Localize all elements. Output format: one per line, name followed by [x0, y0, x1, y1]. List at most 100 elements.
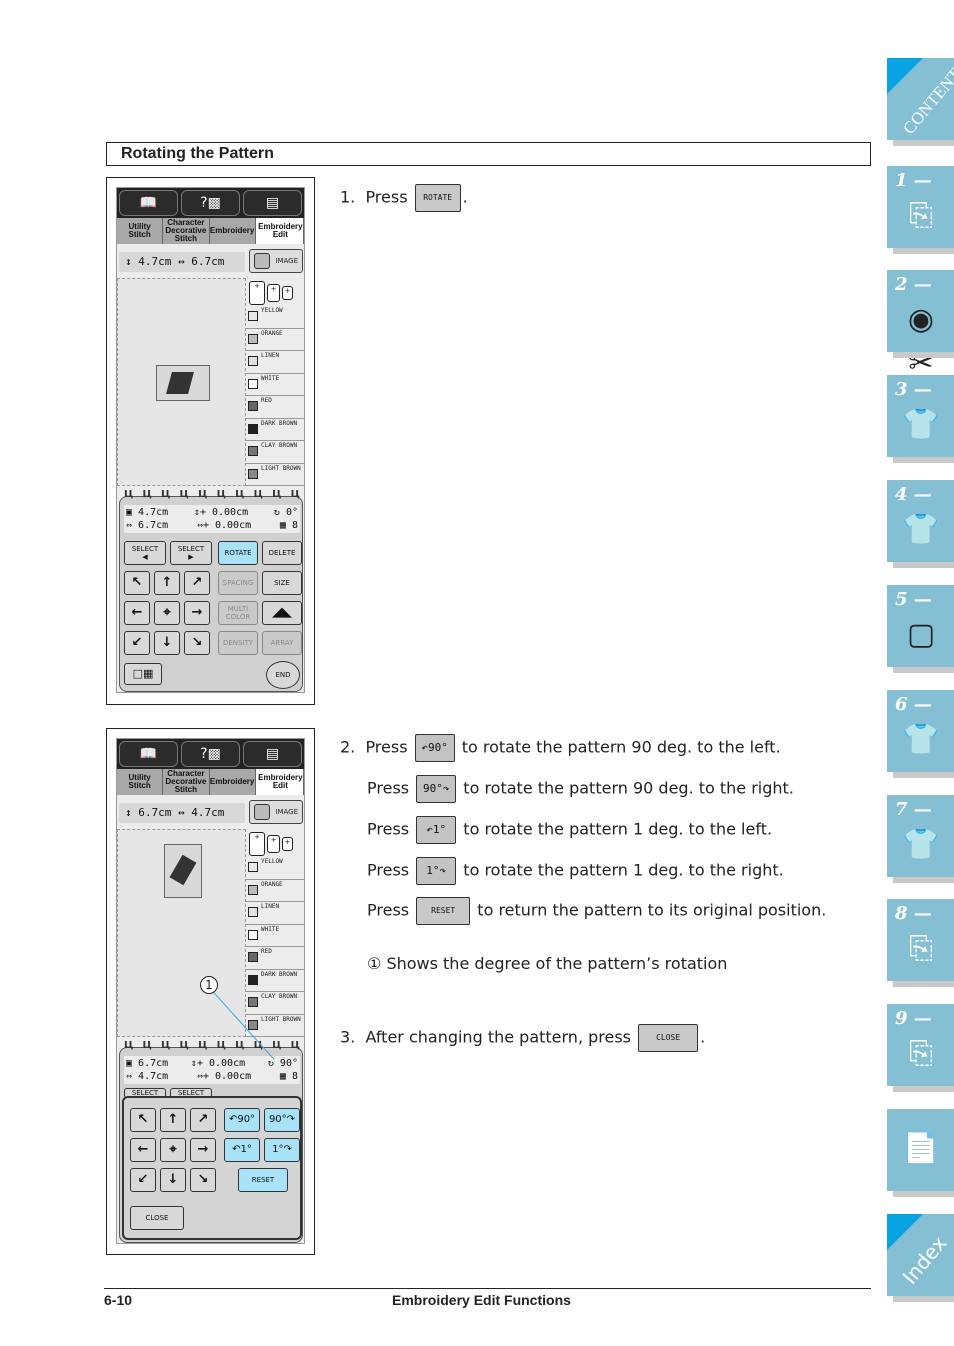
move-right-button[interactable]: → [184, 601, 210, 625]
reset-button[interactable]: RESET [238, 1168, 288, 1192]
nav-tab-chapter-4[interactable]: 4 — 👕 [887, 480, 954, 568]
settings-sheet-icon[interactable]: ▤ [243, 741, 302, 767]
needle-icons: ЦЦЦЦЦЦЦЦЦЦ [124, 489, 300, 500]
settings-sheet-icon[interactable]: ▤ [243, 190, 302, 216]
image-button[interactable]: IMAGE [249, 249, 303, 273]
thread-item: LIGHT BROWN [246, 464, 304, 486]
step-2-line-2: Press 90°↷ to rotate the pattern 90 deg.… [367, 775, 794, 803]
thread-item: ORANGE [246, 880, 304, 902]
rotate-button[interactable]: ROTATE [218, 541, 258, 565]
nav-tab-chapter-2[interactable]: 2 — ◉✂ [887, 270, 954, 381]
move-up-button[interactable]: ↑ [160, 1108, 186, 1132]
manual-book-icon[interactable]: 📖 [119, 741, 178, 767]
thread-table-button[interactable]: □▦ [124, 663, 162, 685]
thread-item: WHITE [246, 925, 304, 947]
machine-help-icon[interactable]: ?▩ [181, 741, 240, 767]
top-bar: 📖 ?▩ ▤ [117, 739, 304, 769]
move-down-button[interactable]: ↓ [154, 631, 180, 655]
rotate-right-1-button[interactable]: 1°↷ [264, 1138, 300, 1162]
tab-character-decorative[interactable]: Character Decorative Stitch [163, 769, 210, 795]
move-left-button[interactable]: ← [130, 1138, 156, 1162]
tab-utility-stitch[interactable]: Utility Stitch [117, 218, 164, 244]
tab-embroidery[interactable]: Embroidery [209, 218, 256, 244]
spool-icon [248, 952, 258, 962]
close-button[interactable]: CLOSE [130, 1206, 184, 1230]
move-down-left-button[interactable]: ↙ [124, 631, 150, 655]
nav-tab-chapter-3[interactable]: 3 — 👕 [887, 375, 954, 463]
move-down-right-button[interactable]: ↘ [190, 1168, 216, 1192]
spacing-button[interactable]: SPACING [218, 571, 258, 595]
rotate-popup: ↖ ↑ ↗ ↶90° 90°↷ ← ⌖ → ↶1° 1°↷ ↙ ↓ ↘ RESE… [122, 1096, 302, 1240]
center-button[interactable]: ⌖ [154, 601, 180, 625]
rotate-left-90-button[interactable]: ↶90° [224, 1108, 260, 1132]
footer-divider [104, 1288, 871, 1289]
move-up-button[interactable]: ↑ [154, 571, 180, 595]
size-button[interactable]: SIZE [262, 571, 302, 595]
embroidery-frame-icon: ▢ [906, 617, 936, 652]
pattern-cake[interactable] [156, 365, 210, 401]
tab-character-decorative[interactable]: Character Decorative Stitch [163, 218, 210, 244]
rotate-right-90-button[interactable]: 90°↷ [264, 1108, 300, 1132]
pattern-canvas[interactable] [117, 278, 246, 486]
step-2-line-4: Press 1°↷ to rotate the pattern 1 deg. t… [367, 857, 784, 885]
rotate-left-90-reference: ↶90° [414, 734, 455, 762]
nav-tab-chapter-6[interactable]: 6 — 👕 [887, 690, 954, 778]
move-up-left-button[interactable]: ↖ [130, 1108, 156, 1132]
mirror-button[interactable]: ◢◣ [262, 601, 302, 625]
nav-tab-contents[interactable]: CONTENTS [887, 58, 954, 146]
top-bar: 📖 ?▩ ▤ [117, 188, 304, 218]
array-button[interactable]: ARRAY [262, 631, 302, 655]
move-down-right-button[interactable]: ↘ [184, 631, 210, 655]
select-prev-button[interactable]: SELECT ◀ [124, 541, 166, 565]
hoop-icons: + + + [249, 831, 305, 857]
nav-tab-chapter-1[interactable]: 1 — ⎘ [887, 166, 954, 254]
nav-tab-chapter-9[interactable]: 9 — ⎘ [887, 1004, 954, 1092]
step-2-line-5: Press RESET to return the pattern to its… [367, 897, 826, 925]
center-button[interactable]: ⌖ [160, 1138, 186, 1162]
density-button[interactable]: DENSITY [218, 631, 258, 655]
nav-tab-index[interactable]: Index [887, 1214, 954, 1302]
mode-tabs: Utility Stitch Character Decorative Stit… [117, 218, 304, 244]
size-readout: ↕ 6.7cm ↔ 4.7cm [119, 803, 245, 823]
multi-color-button[interactable]: MULTI COLOR [218, 601, 258, 625]
nav-tab-chapter-5[interactable]: 5 — ▢ [887, 585, 954, 673]
spool-icon [248, 974, 258, 985]
move-up-left-button[interactable]: ↖ [124, 571, 150, 595]
chapter-title: Embroidery Edit Functions [392, 1292, 571, 1308]
thread-item: LINEN [246, 351, 304, 374]
move-up-right-button[interactable]: ↗ [184, 571, 210, 595]
tab-embroidery-edit[interactable]: Embroidery Edit [255, 218, 304, 244]
documents-icon: 📄 [902, 1131, 940, 1166]
cake-icon [166, 372, 194, 394]
move-left-button[interactable]: ← [124, 601, 150, 625]
spool-icon [248, 311, 258, 321]
section-title: Rotating the Pattern [106, 142, 871, 166]
rotation-angle: 90° [279, 1058, 298, 1069]
manual-book-icon[interactable]: 📖 [119, 190, 178, 216]
spool-icon [248, 446, 258, 456]
machine-help-icon[interactable]: ?▩ [181, 190, 240, 216]
tab-embroidery-edit[interactable]: Embroidery Edit [255, 769, 304, 795]
nav-tab-chapter-7[interactable]: 7 — 👕 [887, 795, 954, 883]
move-down-left-button[interactable]: ↙ [130, 1168, 156, 1192]
pattern-cake-rotated[interactable] [164, 844, 202, 898]
delete-button[interactable]: DELETE [262, 541, 302, 565]
move-down-button[interactable]: ↓ [160, 1168, 186, 1192]
end-button[interactable]: END [266, 661, 300, 689]
tab-embroidery[interactable]: Embroidery [209, 769, 256, 795]
spool-icon [248, 468, 258, 479]
corner-marker [887, 1214, 923, 1250]
tab-utility-stitch[interactable]: Utility Stitch [117, 769, 164, 795]
pattern-readout: ▣ 4.7cm ⇕+ 0.00cm ↻ 0° ⇔ 6.7cm ⇔+ 0.00cm ▦ 8 [124, 505, 300, 533]
select-next-button[interactable]: SELECT ▶ [170, 541, 212, 565]
callout-number: 1 [200, 976, 218, 994]
image-button[interactable]: IMAGE [249, 800, 303, 824]
move-right-button[interactable]: → [190, 1138, 216, 1162]
thread-item: CLAY BROWN [246, 441, 304, 464]
rotate-left-1-button[interactable]: ↶1° [224, 1138, 260, 1162]
spool-icon [248, 884, 258, 895]
move-up-right-button[interactable]: ↗ [190, 1108, 216, 1132]
nav-tab-documents[interactable]: 📄 [887, 1109, 954, 1197]
nav-tab-chapter-8[interactable]: 8 — ⎘ [887, 899, 954, 987]
size-value: 4.7cm ↔ 6.7cm [138, 255, 225, 268]
